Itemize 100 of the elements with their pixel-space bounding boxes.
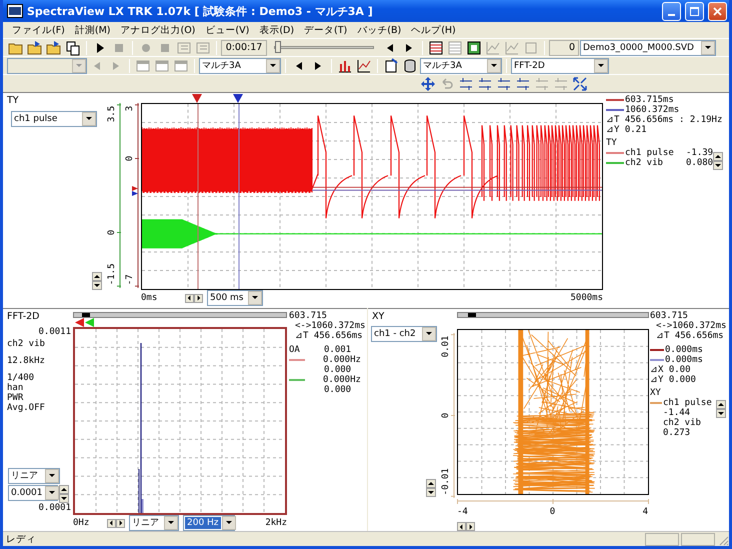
panel-title: TY bbox=[6, 94, 20, 108]
readout-text: ⊿T 456.656ms bbox=[655, 331, 725, 341]
scale-icon[interactable] bbox=[495, 75, 513, 92]
menu-item[interactable]: バッチ(B) bbox=[352, 24, 406, 36]
cursor-frequency-text: 0.000Hz bbox=[322, 355, 361, 365]
caret-down-icon bbox=[93, 282, 101, 290]
caret-left-icon bbox=[458, 522, 465, 530]
axis-tick-label: -7 bbox=[125, 274, 135, 286]
file-select[interactable]: Demo3_0000_M000.SVD bbox=[580, 40, 716, 56]
readout-text: <->1060.372ms bbox=[294, 321, 366, 331]
elapsed-time-field: 0:00:17 bbox=[221, 40, 267, 56]
status-text: レディ bbox=[6, 533, 37, 546]
channel-set-select[interactable]: マルチ3A bbox=[420, 58, 502, 74]
caret-up-icon bbox=[60, 486, 68, 494]
cursor-frequency-text: 0.000Hz bbox=[322, 375, 361, 385]
menu-item[interactable]: ビュー(V) bbox=[200, 24, 254, 36]
channel-select[interactable]: ch1 pulse bbox=[11, 111, 97, 127]
axis-tick-label: 0.0011 bbox=[38, 327, 72, 337]
axis-tick-label: 0.01 bbox=[441, 336, 451, 358]
menu-item[interactable]: ファイル(F) bbox=[7, 24, 70, 36]
left-arrow-button[interactable] bbox=[107, 518, 116, 528]
right-arrow-button[interactable] bbox=[466, 522, 475, 531]
cursor-value-text: 0.000 bbox=[323, 365, 352, 375]
scale-icon[interactable] bbox=[457, 75, 475, 92]
cursor-value-text: 0.000 bbox=[323, 385, 352, 395]
move-icon[interactable] bbox=[419, 75, 437, 92]
trace-legend-text: ch1 pulse bbox=[663, 398, 712, 408]
cursor-time-text: 603.715ms bbox=[625, 95, 674, 105]
range-select[interactable]: 0.0001 bbox=[8, 485, 58, 501]
left-arrow-button[interactable] bbox=[457, 522, 466, 531]
x-scale-select[interactable]: リニア bbox=[129, 515, 179, 531]
graph-type-select[interactable]: FFT-2D bbox=[511, 58, 609, 74]
maximize-button[interactable] bbox=[685, 2, 704, 20]
readout-text: <->1060.372ms bbox=[655, 321, 728, 331]
folder-arrow-icon[interactable] bbox=[45, 39, 63, 56]
cursor-time-text: 0.000ms bbox=[665, 345, 703, 355]
axis-tick-label: 0 bbox=[441, 412, 451, 418]
table-icon[interactable] bbox=[427, 39, 445, 56]
left-arrow-button[interactable] bbox=[185, 294, 194, 302]
frame-scrollbar[interactable] bbox=[457, 312, 649, 318]
layout-select[interactable]: マルチ3A bbox=[199, 58, 281, 74]
trace-legend-text: -1.44 bbox=[662, 408, 692, 418]
position-slider[interactable] bbox=[274, 40, 374, 54]
up-arrow-button[interactable] bbox=[426, 479, 436, 488]
delta-value-text: ⊿Y 0.21 bbox=[606, 125, 648, 135]
readout-text: 603.715 bbox=[289, 311, 328, 321]
delta-time-text: ⊿T 456.656ms : 2.19Hz bbox=[606, 115, 724, 125]
analysis-info-text: han bbox=[7, 383, 24, 393]
channel-name: ch1 pulse bbox=[625, 148, 675, 158]
axis-tick-label: 0Hz bbox=[73, 518, 90, 528]
frame-scrollbar[interactable] bbox=[73, 312, 287, 318]
readout-text: 603.715 bbox=[650, 311, 689, 321]
time-division-select[interactable]: 500 ms bbox=[207, 290, 263, 306]
chart-icon[interactable] bbox=[355, 57, 373, 74]
scale-icon[interactable] bbox=[476, 75, 494, 92]
caret-down-icon bbox=[75, 62, 83, 70]
up-arrow-button[interactable] bbox=[716, 400, 726, 409]
menu-item[interactable]: アナログ出力(O) bbox=[116, 24, 200, 36]
caret-down-icon bbox=[714, 162, 722, 170]
up-arrow-button[interactable] bbox=[713, 152, 724, 161]
caret-right-icon bbox=[117, 519, 124, 527]
right-arrow-button[interactable] bbox=[194, 294, 203, 302]
group-label: TY bbox=[606, 138, 618, 148]
right-arrow-button[interactable] bbox=[116, 518, 125, 528]
scale-select[interactable]: リニア bbox=[8, 468, 60, 484]
axis-tick-label: 0 bbox=[107, 230, 117, 236]
axis-tick-label: 3.5 bbox=[107, 106, 117, 122]
picture-icon[interactable] bbox=[465, 39, 483, 56]
minimize-button[interactable] bbox=[662, 2, 681, 20]
delta-value-text: ⊿X 0.00 bbox=[650, 365, 692, 375]
caret-right-icon bbox=[467, 522, 474, 530]
menu-item[interactable]: 計測(M) bbox=[70, 24, 116, 36]
folder-arrow-icon[interactable] bbox=[26, 39, 44, 56]
caret-down-icon bbox=[269, 62, 277, 70]
axis-tick-label: 5000ms bbox=[570, 293, 603, 303]
down-arrow-button[interactable] bbox=[713, 161, 724, 170]
close-button[interactable] bbox=[708, 2, 727, 20]
trace-legend-text: 0.273 bbox=[662, 428, 692, 438]
scale-icon[interactable] bbox=[514, 75, 532, 92]
down-arrow-button[interactable] bbox=[426, 488, 436, 497]
menu-item[interactable]: データ(T) bbox=[299, 24, 352, 36]
axis-tick-label: 3 bbox=[125, 106, 135, 112]
caret-left-icon bbox=[108, 519, 115, 527]
axis-tick-label: 4 bbox=[642, 507, 648, 517]
fit-icon[interactable] bbox=[571, 75, 589, 92]
x-range-select[interactable]: 200 Hz bbox=[183, 515, 235, 531]
menu-item[interactable]: 表示(D) bbox=[254, 24, 300, 36]
status-pane bbox=[645, 533, 679, 546]
menu-item[interactable]: ヘルプ(H) bbox=[406, 24, 461, 36]
down-arrow-button[interactable] bbox=[716, 409, 726, 418]
status-pane bbox=[681, 533, 715, 546]
caret-down-icon bbox=[597, 62, 605, 70]
down-arrow-button[interactable] bbox=[92, 281, 102, 290]
up-arrow-button[interactable] bbox=[59, 485, 69, 494]
analysis-info-text: ch2 vib bbox=[7, 339, 46, 349]
channel-pair-select[interactable]: ch1 - ch2 bbox=[371, 326, 437, 342]
up-arrow-button[interactable] bbox=[92, 272, 102, 281]
caret-up-icon bbox=[714, 152, 722, 160]
copy-icon[interactable] bbox=[64, 39, 82, 56]
down-arrow-button[interactable] bbox=[59, 494, 69, 503]
